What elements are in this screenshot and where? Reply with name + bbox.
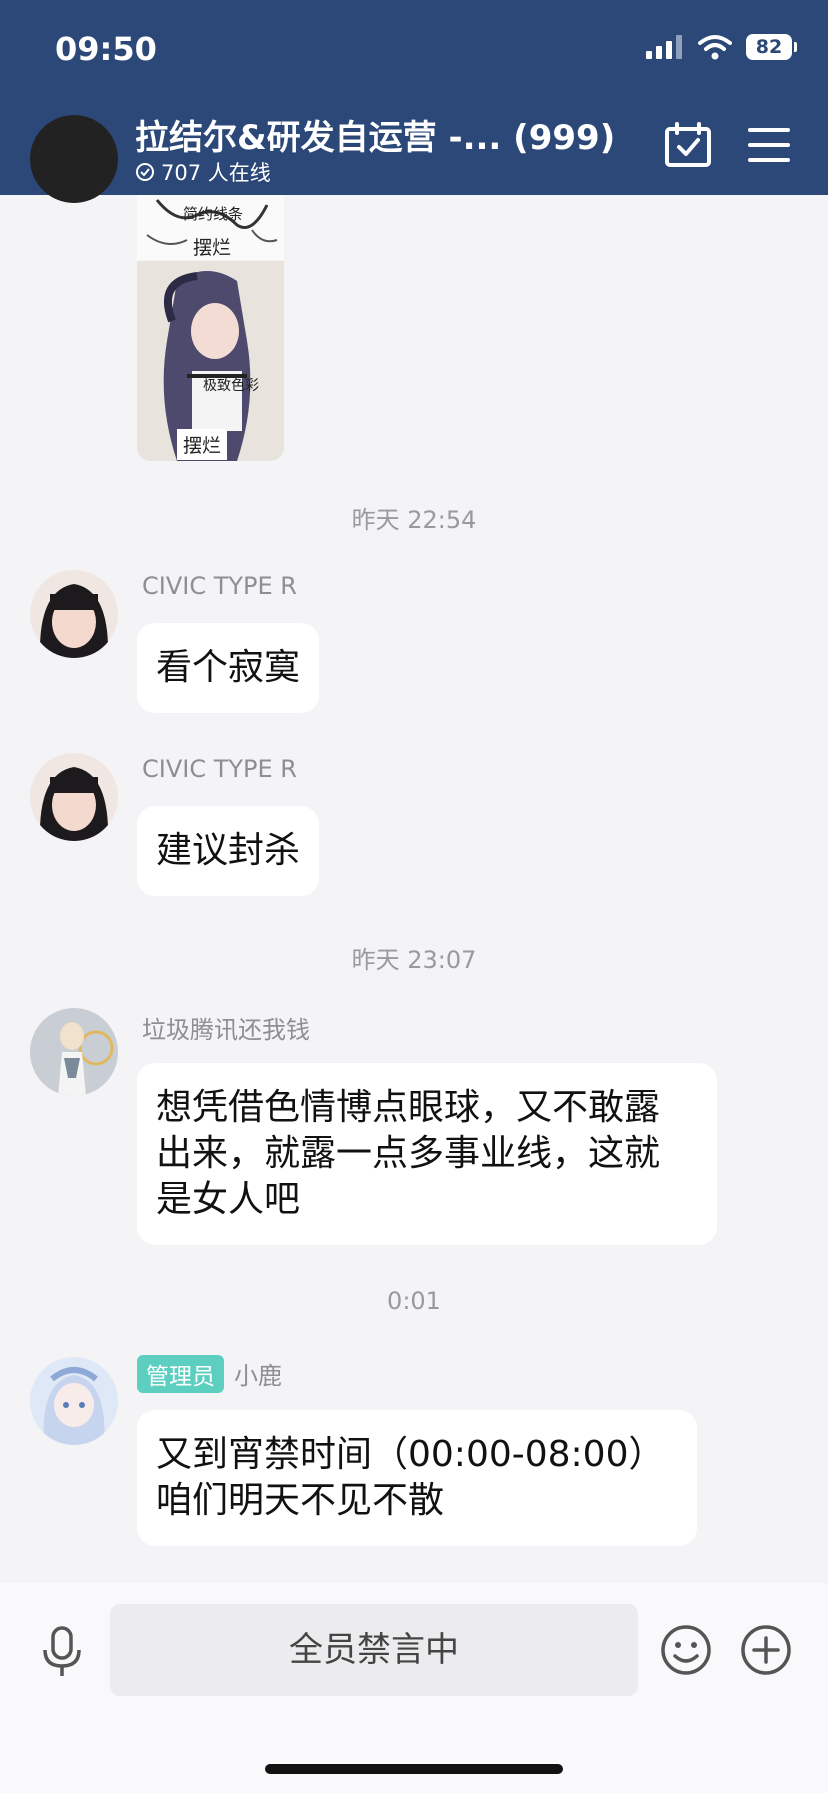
message-bubble[interactable]: 又到宵禁时间（00:00-08:00） 咱们明天不见不散 xyxy=(137,1410,697,1546)
signal-icon xyxy=(646,35,682,59)
mic-icon[interactable] xyxy=(40,1626,84,1678)
avatar[interactable] xyxy=(30,753,118,841)
image-message[interactable]: 极致色彩 摆烂 xyxy=(137,261,284,461)
status-time: 09:50 xyxy=(55,30,157,68)
sender-line: 管理员 小鹿 xyxy=(137,1355,282,1393)
muted-input-field: 全员禁言中 xyxy=(110,1604,638,1696)
online-text: 707 人在线 xyxy=(161,161,271,185)
sender-name: CIVIC TYPE R xyxy=(142,755,297,783)
image-caption: 极致色彩 xyxy=(203,378,259,394)
sender-name: 垃圾腾讯还我钱 xyxy=(142,1016,310,1044)
message-line: 咱们明天不见不散 xyxy=(156,1480,445,1521)
image-caption: 简约线条 xyxy=(183,205,244,223)
avatar-image xyxy=(30,570,118,658)
avatar-image xyxy=(30,1357,118,1445)
home-indicator[interactable] xyxy=(265,1764,563,1774)
message-bubble[interactable]: 看个寂寞 xyxy=(137,623,320,713)
avatar[interactable] xyxy=(30,570,118,658)
time-separator: 昨天 22:54 xyxy=(351,506,477,534)
avatar[interactable] xyxy=(30,1357,118,1445)
message-bubble[interactable]: 建议封杀 xyxy=(137,806,320,896)
plus-icon[interactable] xyxy=(740,1624,792,1676)
menu-icon[interactable] xyxy=(748,127,790,163)
time-separator: 昨天 23:07 xyxy=(351,946,477,974)
message-line: 出来，就露一点多事业线，这就 xyxy=(156,1133,661,1174)
message-bubble[interactable]: 想凭借色情博点眼球，又不敢露 出来，就露一点多事业线，这就 是女人吧 xyxy=(137,1063,717,1245)
admin-badge: 管理员 xyxy=(137,1355,224,1393)
sender-name: 小鹿 xyxy=(234,1362,282,1390)
avatar-image xyxy=(30,1008,118,1096)
chat-header: 09:50 82 10 拉结尔&研发自运营 -... (999) 707 人在线 xyxy=(0,0,828,195)
image-caption: 摆烂 xyxy=(177,429,228,460)
avatar-image xyxy=(30,753,118,841)
avatar[interactable] xyxy=(30,1008,118,1096)
message-line: 想凭借色情博点眼球，又不敢露 xyxy=(156,1087,661,1128)
chat-title[interactable]: 拉结尔&研发自运营 -... (999) xyxy=(135,110,615,159)
wifi-icon xyxy=(698,35,732,60)
emoji-icon[interactable] xyxy=(660,1624,712,1676)
calendar-check-icon[interactable] xyxy=(664,122,712,168)
avatar[interactable] xyxy=(30,115,118,203)
status-icons: 82 xyxy=(646,34,797,60)
image-message[interactable]: 简约线条 摆烂 xyxy=(137,195,284,260)
time-separator: 0:01 xyxy=(387,1287,441,1315)
message-line: 是女人吧 xyxy=(156,1179,301,1220)
sender-name: CIVIC TYPE R xyxy=(142,572,297,600)
battery-indicator: 82 xyxy=(746,34,797,60)
input-bar: 全员禁言中 xyxy=(0,1583,828,1793)
message-line: 又到宵禁时间（00:00-08:00） xyxy=(156,1434,665,1475)
online-status-icon xyxy=(136,163,154,181)
image-caption: 摆烂 xyxy=(193,237,232,259)
online-count: 707 人在线 xyxy=(135,157,271,187)
